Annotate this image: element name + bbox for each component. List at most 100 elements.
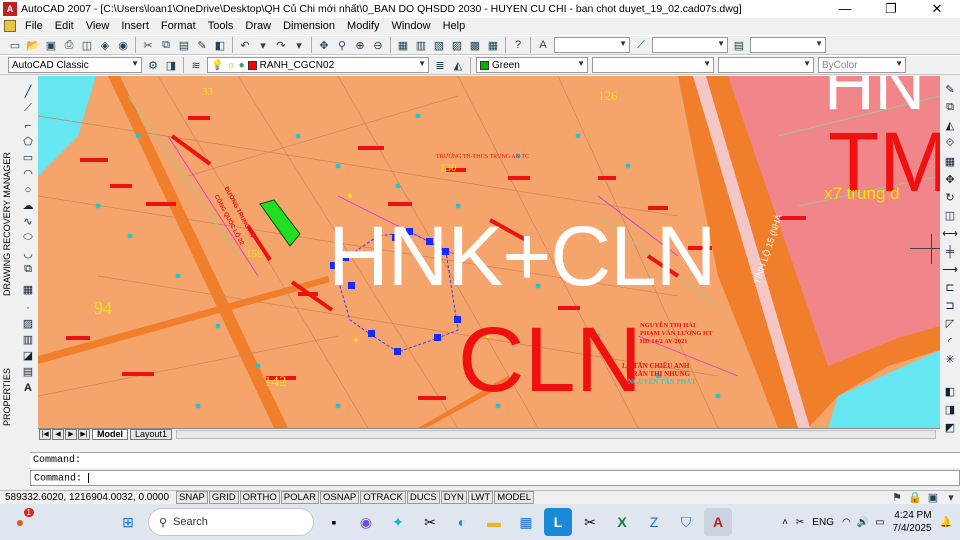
ellipse-icon[interactable]: ⬭	[20, 230, 36, 245]
battery-icon[interactable]: ▭	[875, 517, 884, 528]
match-properties-icon[interactable]: ✎	[194, 37, 210, 53]
chat-app-icon[interactable]: ◉	[352, 508, 380, 536]
copy-icon[interactable]: ⧉	[158, 37, 174, 53]
otrack-toggle[interactable]: OTRACK	[360, 491, 406, 504]
publish-web-icon[interactable]: ◉	[115, 37, 131, 53]
extend-icon[interactable]: ⟶	[942, 262, 958, 277]
make-current-layer-icon[interactable]: ≣	[432, 57, 448, 73]
undo-icon[interactable]: ↶	[237, 37, 253, 53]
undo-dropdown-icon[interactable]: ▾	[255, 37, 271, 53]
table-style-icon[interactable]: ▤	[731, 37, 747, 53]
properties-palette-label[interactable]: PROPERTIES	[2, 366, 16, 426]
ortho-toggle[interactable]: ORTHO	[239, 491, 280, 504]
menu-tools[interactable]: Tools	[202, 20, 240, 32]
zalo-app-icon[interactable]: Z	[640, 508, 668, 536]
capcut-second-icon[interactable]: ✂	[576, 508, 604, 536]
draworder-front-icon[interactable]: ◩	[942, 420, 958, 435]
linetype-combo[interactable]: ▼	[592, 57, 714, 73]
polygon-icon[interactable]: ⬠	[20, 134, 36, 149]
table-icon[interactable]: ▤	[20, 364, 36, 379]
drawing-canvas[interactable]: HNK+CLN CLN TM HN x7 trung d TỈNH LỘ 15 …	[38, 76, 940, 428]
plotstyle-combo[interactable]: ByColor ▼	[818, 57, 906, 73]
gradient-icon[interactable]: ▥	[20, 332, 36, 347]
weather-widget-icon[interactable]: ● 1	[6, 508, 34, 536]
polyline-icon[interactable]: ⌐	[20, 118, 36, 133]
draworder-back-icon[interactable]: ◨	[942, 402, 958, 417]
text-style-icon[interactable]: A	[535, 37, 551, 53]
publish-icon[interactable]: ◈	[97, 37, 113, 53]
last-tab-button[interactable]: ▶|	[78, 429, 90, 440]
arc-icon[interactable]: ◠	[20, 166, 36, 181]
text-style-combo[interactable]: ▼	[554, 37, 630, 53]
paste-icon[interactable]: ▤	[176, 37, 192, 53]
drawing-recovery-manager-label[interactable]: DRAWING RECOVERY MANAGER	[2, 120, 16, 296]
line-icon[interactable]: ╱	[20, 84, 36, 99]
game-app-icon[interactable]: ✦	[384, 508, 412, 536]
layer-combo[interactable]: 💡 ☼ ● RANH_CGCN02 ▼	[207, 57, 429, 73]
zoom-window-icon[interactable]: ⊕	[352, 37, 368, 53]
offset-icon[interactable]: ⟐	[942, 136, 958, 151]
ellipse-arc-icon[interactable]: ◡	[20, 246, 36, 261]
draworder-icon[interactable]: ◧	[942, 384, 958, 399]
scale-icon[interactable]: ◫	[942, 208, 958, 223]
zoom-realtime-icon[interactable]: ⚲	[334, 37, 350, 53]
volume-icon[interactable]: 🔊	[857, 517, 869, 528]
task-view-icon[interactable]: ▪	[320, 508, 348, 536]
multiline-text-icon[interactable]: A	[20, 380, 36, 395]
help-icon[interactable]: ?	[510, 37, 526, 53]
explode-icon[interactable]: ✳	[942, 352, 958, 367]
zoom-previous-icon[interactable]: ⊖	[370, 37, 386, 53]
menu-dimension[interactable]: Dimension	[277, 20, 341, 32]
file-explorer-icon[interactable]: ▬	[480, 508, 508, 536]
first-tab-button[interactable]: |◀	[39, 429, 51, 440]
new-file-icon[interactable]: ▭	[7, 37, 23, 53]
tab-layout1[interactable]: Layout1	[130, 429, 173, 440]
minimize-button[interactable]: —	[822, 0, 868, 18]
menu-edit[interactable]: Edit	[49, 20, 80, 32]
horizontal-scrollbar[interactable]	[176, 430, 936, 439]
stretch-icon[interactable]: ⟷	[942, 226, 958, 241]
block-editor-icon[interactable]: ◧	[212, 37, 228, 53]
menu-help[interactable]: Help	[437, 20, 472, 32]
array-icon[interactable]: ▦	[942, 154, 958, 169]
cut-icon[interactable]: ✂	[140, 37, 156, 53]
menu-view[interactable]: View	[80, 20, 116, 32]
store-app-icon[interactable]: ▦	[512, 508, 540, 536]
pan-icon[interactable]: ✥	[316, 37, 332, 53]
taskbar-search-box[interactable]: ⚲ Search	[148, 508, 314, 536]
polar-toggle[interactable]: POLAR	[280, 491, 319, 504]
make-block-icon[interactable]: ▦	[20, 282, 36, 297]
color-combo[interactable]: Green ▼	[476, 57, 588, 73]
dyn-toggle[interactable]: DYN	[440, 491, 467, 504]
layer-manager-icon[interactable]: ≋	[188, 57, 204, 73]
close-button[interactable]: ✕	[914, 0, 960, 18]
save-icon[interactable]: ▣	[43, 37, 59, 53]
menu-draw[interactable]: Draw	[239, 20, 277, 32]
sheet-set-icon[interactable]: ▨	[449, 37, 465, 53]
capcut-app-icon[interactable]: ✂	[416, 508, 444, 536]
insert-block-icon[interactable]: ⧉	[20, 262, 36, 277]
workspace-save-icon[interactable]: ◨	[163, 57, 179, 73]
prev-tab-button[interactable]: ◀	[52, 429, 64, 440]
point-icon[interactable]: ·	[20, 300, 36, 315]
layer-previous-icon[interactable]: ◭	[450, 57, 466, 73]
osnap-toggle[interactable]: OSNAP	[319, 491, 360, 504]
copy-object-icon[interactable]: ⧉	[942, 100, 958, 115]
trim-icon[interactable]: ╪	[942, 244, 958, 259]
fillet-icon[interactable]: ◜	[942, 334, 958, 349]
hatch-icon[interactable]: ▨	[20, 316, 36, 331]
print-icon[interactable]: ⎙	[61, 37, 77, 53]
wifi-icon[interactable]: ◠	[842, 517, 851, 528]
lwt-toggle[interactable]: LWT	[467, 491, 494, 504]
ducs-toggle[interactable]: DUCS	[406, 491, 440, 504]
move-icon[interactable]: ✥	[942, 172, 958, 187]
restore-button[interactable]: ❐	[868, 0, 914, 18]
dim-style-icon[interactable]: ⟋	[633, 37, 649, 53]
plot-preview-icon[interactable]: ◫	[79, 37, 95, 53]
menu-window[interactable]: Window	[385, 20, 436, 32]
properties-icon[interactable]: ▦	[395, 37, 411, 53]
menu-file[interactable]: File	[19, 20, 49, 32]
grid-toggle[interactable]: GRID	[208, 491, 239, 504]
workspace-settings-icon[interactable]: ⚙	[145, 57, 161, 73]
circle-icon[interactable]: ○	[20, 182, 36, 197]
